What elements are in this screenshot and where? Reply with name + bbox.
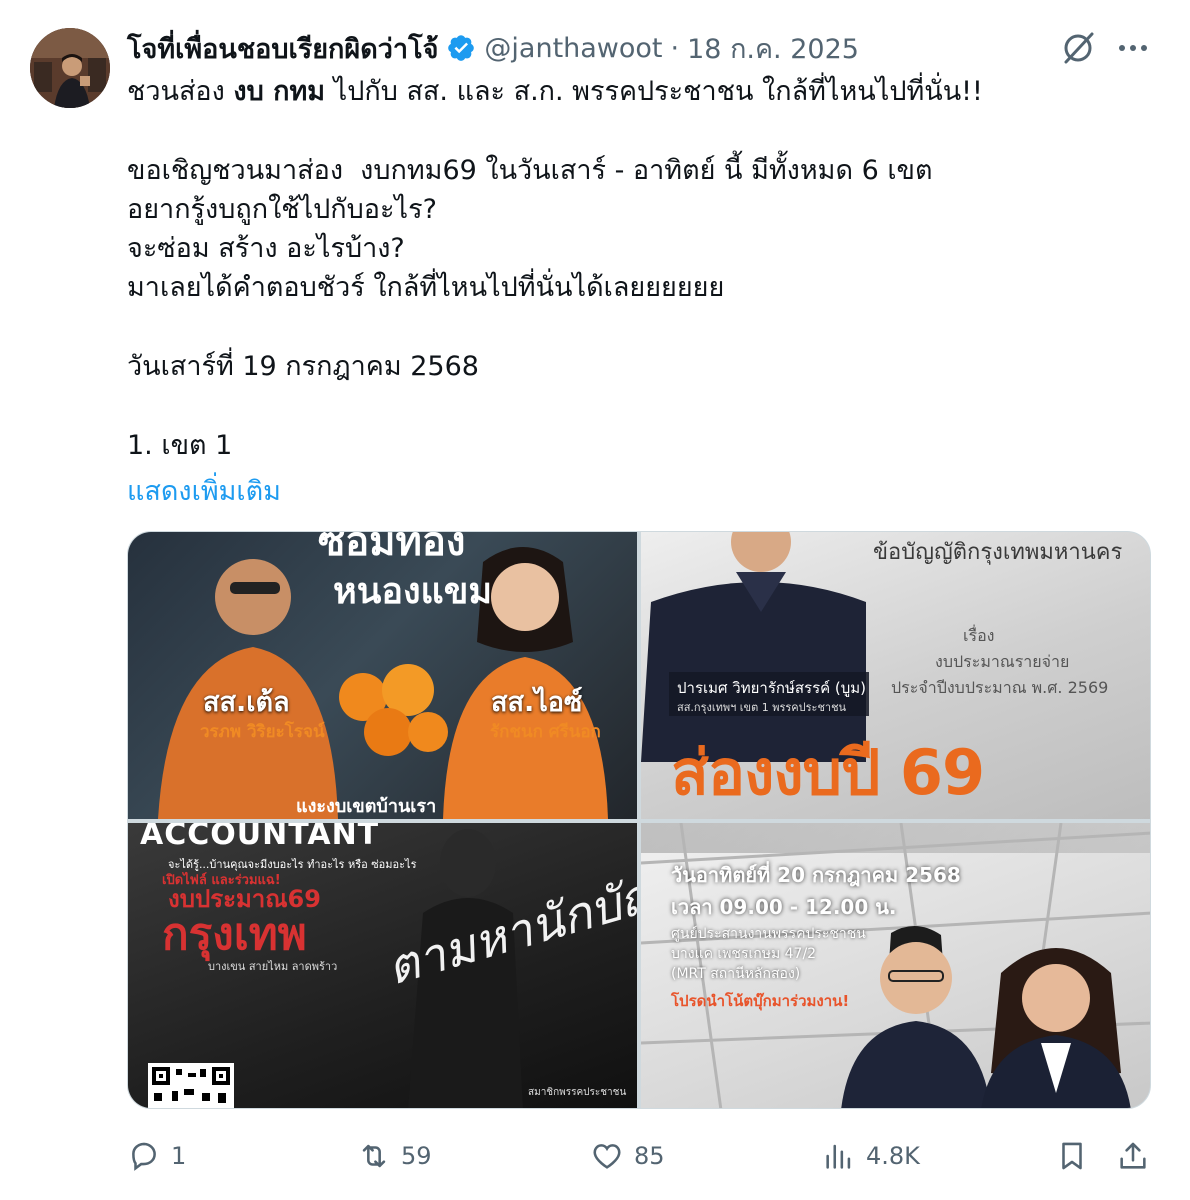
- handle[interactable]: @janthawoot: [484, 33, 662, 64]
- reply-button[interactable]: 1: [127, 1128, 186, 1184]
- post-paragraph-4: 1. เขต 1: [127, 429, 233, 461]
- post-date[interactable]: 18 ก.ค. 2025: [687, 27, 859, 70]
- tile1-footer: แงะงบเขตบ้านเรา: [296, 796, 437, 817]
- media-image-1[interactable]: ซ่อมท้อง หนองแขม สส.เต้ล วรภพ วิริยะโรจน…: [128, 532, 637, 819]
- avatar[interactable]: [30, 28, 110, 108]
- tile4-location-1: ศูนย์ประสานงานพรรคประชาชน: [671, 926, 866, 942]
- tile4-location-2: บางแค เพชรเกษม 47/2: [671, 946, 817, 962]
- person-image: [641, 532, 866, 762]
- tile1-headline-2: หนองแขม: [333, 571, 493, 612]
- tile1-headline-1: ซ่อมท้อง: [318, 532, 466, 565]
- share-icon: [1120, 1142, 1146, 1169]
- media-image-3[interactable]: ACCOUNTANT จะได้รู้...บ้านคุณจะมีงบอะไร …: [128, 823, 637, 1108]
- tile3-footer: สมาชิกพรรคประชาชน: [528, 1087, 627, 1098]
- post-header: โจที่เพื่อนชอบเรียกผิดว่าโจ้ @janthawoot…: [127, 30, 859, 66]
- post-line1-bold: งบ กทม: [233, 76, 326, 107]
- tile1-label-left: สส.เต้ล: [203, 687, 290, 718]
- repost-icon: [362, 1144, 386, 1168]
- qr-code-icon: [148, 1063, 234, 1108]
- media-image-4[interactable]: วันอาทิตย์ที่ 20 กรกฎาคม 2568 เวลา 09.00…: [641, 823, 1150, 1108]
- tile1-label-right: สส.ไอซ์: [491, 687, 583, 718]
- tile1-sub-left: วรภพ วิริยะโรจน์: [200, 722, 325, 742]
- tile4-location-3: (MRT สถานีหลักสอง): [671, 966, 801, 982]
- tile2-line-1: เรื่อง: [963, 626, 995, 645]
- post-line1-c: ไปกับ สส. และ ส.ก. พรรคประชาชน ใกล้ที่ไห…: [325, 76, 983, 107]
- person-left-image: [841, 925, 991, 1108]
- post-text: ชวนส่อง งบ กทม ไปกับ สส. และ ส.ก. พรรคปร…: [127, 72, 1157, 465]
- tile3-districts: บางเขน สายไหม ลาดพร้าว: [208, 960, 338, 973]
- show-more-link[interactable]: แสดงเพิ่มเติม: [127, 469, 281, 512]
- media-image-2[interactable]: ข้อบัญญัติกรุงเทพมหานคร เรื่อง งบประมาณร…: [641, 532, 1150, 819]
- tile1-sub-right: รักชนก ศรีนอก: [490, 722, 601, 742]
- media-grid: ซ่อมท้อง หนองแขม สส.เต้ล วรภพ วิริยะโรจน…: [127, 531, 1151, 1109]
- tile4-date: วันอาทิตย์ที่ 20 กรกฎาคม 2568: [671, 863, 961, 887]
- bookmark-icon: [1062, 1142, 1082, 1170]
- views-button[interactable]: 4.8K: [822, 1128, 920, 1184]
- person-right-image: [981, 948, 1131, 1108]
- like-count: 85: [634, 1142, 665, 1170]
- post-paragraph-3: วันเสาร์ที่ 19 กรกฎาคม 2568: [127, 351, 479, 383]
- more-icon[interactable]: [1115, 32, 1151, 64]
- tweet[interactable]: โจที่เพื่อนชอบเรียกผิดว่าโจ้ @janthawoot…: [0, 0, 1190, 1200]
- like-icon: [593, 1144, 621, 1169]
- reply-count: 1: [171, 1142, 187, 1170]
- grok-icon[interactable]: [1058, 28, 1098, 68]
- share-button[interactable]: [1116, 1128, 1150, 1184]
- tile2-big-text: ส่องงบปี 69: [671, 736, 985, 809]
- flowers-image: [339, 664, 448, 756]
- view-count: 4.8K: [866, 1142, 920, 1170]
- repost-button[interactable]: 59: [357, 1128, 432, 1184]
- separator-dot: ·: [670, 32, 680, 64]
- tile2-header: ข้อบัญญัติกรุงเทพมหานคร: [873, 540, 1123, 565]
- views-icon: [826, 1144, 851, 1169]
- post-paragraph-2: ขอเชิญชวนมาส่อง งบกทม69 ในวันเสาร์ - อาท…: [127, 154, 933, 304]
- tile2-line-2: งบประมาณรายจ่าย: [935, 652, 1070, 671]
- tile4-time: เวลา 09.00 - 12.00 น.: [671, 895, 897, 919]
- display-name[interactable]: โจที่เพื่อนชอบเรียกผิดว่าโจ้: [127, 27, 438, 70]
- repost-count: 59: [401, 1142, 432, 1170]
- tile2-name: ปารเมศ วิทยารักษ์สรรค์ (บูม): [677, 679, 867, 697]
- avatar-image: [30, 28, 110, 108]
- tile2-role: สส.กรุงเทพฯ เขต 1 พรรคประชาชน: [677, 701, 847, 714]
- like-button[interactable]: 85: [590, 1128, 665, 1184]
- tile2-line-3: ประจำปีงบประมาณ พ.ศ. 2569: [891, 678, 1109, 697]
- tile4-cta: โปรดนำโน้ตบุ๊กมาร่วมงาน!: [671, 992, 850, 1010]
- post-line1-a: ชวนส่อง: [127, 76, 234, 107]
- tile3-header: ACCOUNTANT: [140, 823, 380, 852]
- bookmark-button[interactable]: [1055, 1128, 1089, 1184]
- reply-icon: [132, 1142, 156, 1171]
- verified-badge-icon[interactable]: [446, 33, 476, 63]
- action-bar: 1 59 85 4.8K: [0, 1128, 1190, 1184]
